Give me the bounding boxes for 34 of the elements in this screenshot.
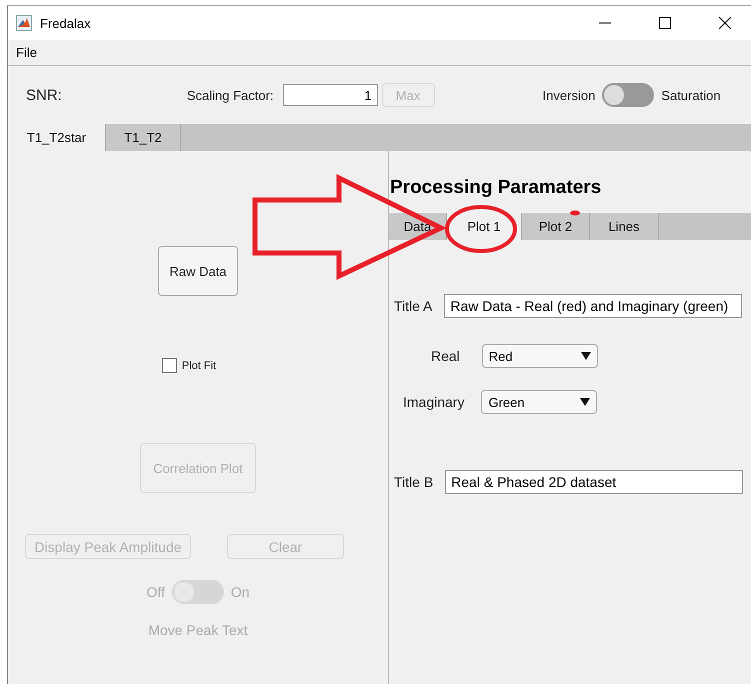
tab[interactable]: Lines: [590, 213, 659, 240]
circle-annotation: [445, 205, 517, 253]
title-b-field[interactable]: Real & Phased 2D dataset: [445, 470, 744, 494]
tab[interactable]: T1_T2: [106, 124, 181, 151]
toggle-switch[interactable]: [602, 83, 654, 107]
scaling-factor-label: Scaling Factor:: [186, 88, 274, 102]
title-b-label: Title B: [394, 474, 434, 490]
imaginary-label: Imaginary: [403, 394, 464, 410]
inversion-label: Inversion: [542, 88, 596, 102]
window-title: Fredalax: [40, 16, 92, 30]
section-heading: Processing Paramaters: [389, 177, 602, 199]
caret-icon: [580, 352, 591, 360]
title-a-field[interactable]: Raw Data - Real (red) and Imaginary (green): [444, 294, 742, 318]
tab[interactable]: T1_T2star: [8, 124, 106, 151]
plot-fit-label: Plot Fit: [182, 360, 216, 372]
app-logo-icon: [16, 15, 32, 31]
close-icon: [719, 17, 731, 29]
move-peak-text-label: Move Peak Text: [148, 622, 248, 638]
checkbox[interactable]: [162, 358, 177, 373]
scaling-factor-field[interactable]: 1: [282, 84, 378, 106]
real-dropdown[interactable]: Red: [482, 344, 598, 368]
caret-icon: [580, 398, 590, 406]
off-label: Off: [146, 584, 165, 600]
imaginary-dropdown[interactable]: Green: [481, 390, 598, 414]
saturation-label: Saturation: [661, 88, 721, 102]
maximize-icon: [659, 17, 671, 29]
tab[interactable]: Plot 2: [522, 213, 590, 240]
menu-item[interactable]: File: [16, 45, 37, 60]
title-a-label: Title A: [394, 298, 432, 314]
snr-label: SNR:: [26, 86, 62, 104]
on-label: On: [230, 584, 250, 600]
mark-annotation: [570, 210, 580, 216]
real-label: Real: [431, 348, 460, 364]
raw-data-button[interactable]: Raw Data: [158, 246, 238, 296]
